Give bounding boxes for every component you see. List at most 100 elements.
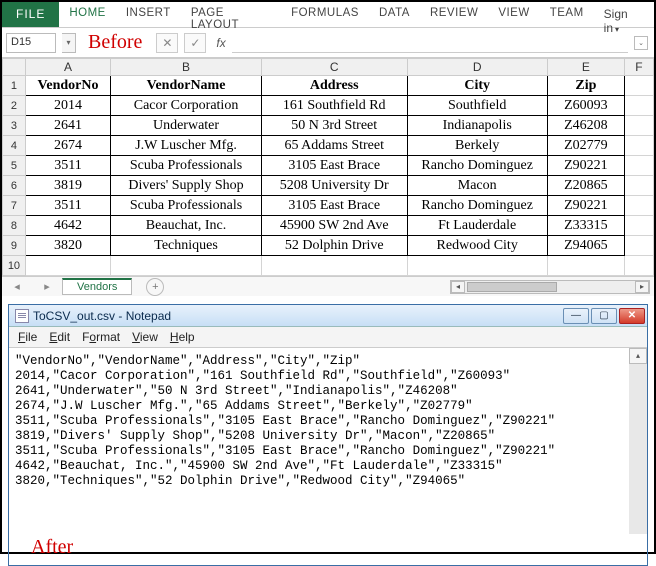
- cell[interactable]: [624, 116, 653, 136]
- cell[interactable]: Cacor Corporation: [111, 96, 262, 116]
- cell[interactable]: [624, 136, 653, 156]
- row-header[interactable]: 10: [3, 256, 26, 276]
- new-sheet-button[interactable]: +: [146, 278, 164, 296]
- cell[interactable]: Rancho Dominguez: [407, 156, 547, 176]
- row-header[interactable]: 9: [3, 236, 26, 256]
- menu-edit[interactable]: Edit: [44, 329, 75, 345]
- cell[interactable]: Rancho Dominguez: [407, 196, 547, 216]
- row-header[interactable]: 6: [3, 176, 26, 196]
- ribbon-tab-home[interactable]: HOME: [59, 2, 116, 27]
- cell[interactable]: Scuba Professionals: [111, 196, 262, 216]
- cell[interactable]: [624, 236, 653, 256]
- formula-input[interactable]: [232, 33, 628, 53]
- ribbon-tab-pagelayout[interactable]: PAGE LAYOUT: [181, 2, 281, 27]
- cell[interactable]: [407, 256, 547, 276]
- cell[interactable]: Berkely: [407, 136, 547, 156]
- close-button[interactable]: ✕: [619, 308, 645, 324]
- cell[interactable]: VendorNo: [25, 76, 110, 96]
- cell[interactable]: Ft Lauderdale: [407, 216, 547, 236]
- cell[interactable]: Redwood City: [407, 236, 547, 256]
- row-header[interactable]: 4: [3, 136, 26, 156]
- cell[interactable]: [624, 256, 653, 276]
- cell[interactable]: Z02779: [547, 136, 624, 156]
- cell[interactable]: [624, 176, 653, 196]
- file-tab[interactable]: FILE: [2, 2, 59, 27]
- notepad-titlebar[interactable]: ToCSV_out.csv - Notepad — ▢ ✕: [9, 305, 647, 327]
- minimize-button[interactable]: —: [563, 308, 589, 324]
- scroll-up-icon[interactable]: ▴: [629, 348, 647, 364]
- cell[interactable]: [624, 196, 653, 216]
- cell[interactable]: [547, 256, 624, 276]
- cell[interactable]: 3511: [25, 196, 110, 216]
- cell[interactable]: 4642: [25, 216, 110, 236]
- col-header-D[interactable]: D: [407, 59, 547, 76]
- cell[interactable]: 2641: [25, 116, 110, 136]
- cell[interactable]: [624, 156, 653, 176]
- row-header[interactable]: 8: [3, 216, 26, 236]
- cell[interactable]: 52 Dolphin Drive: [261, 236, 407, 256]
- cell[interactable]: Z94065: [547, 236, 624, 256]
- cell[interactable]: City: [407, 76, 547, 96]
- select-all-corner[interactable]: [3, 59, 26, 76]
- ribbon-tab-formulas[interactable]: FORMULAS: [281, 2, 369, 27]
- menu-format[interactable]: Format: [77, 329, 125, 345]
- ribbon-tab-team[interactable]: TEAM: [540, 2, 594, 27]
- cell[interactable]: 161 Southfield Rd: [261, 96, 407, 116]
- col-header-E[interactable]: E: [547, 59, 624, 76]
- cell[interactable]: Address: [261, 76, 407, 96]
- vertical-scrollbar[interactable]: ▴: [629, 348, 647, 534]
- cell[interactable]: 50 N 3rd Street: [261, 116, 407, 136]
- cell[interactable]: [624, 96, 653, 116]
- col-header-A[interactable]: A: [25, 59, 110, 76]
- notepad-text-area[interactable]: "VendorNo","VendorName","Address","City"…: [9, 348, 647, 534]
- cell[interactable]: Underwater: [111, 116, 262, 136]
- cell[interactable]: Scuba Professionals: [111, 156, 262, 176]
- menu-file[interactable]: File: [13, 329, 42, 345]
- cell[interactable]: [624, 76, 653, 96]
- cell[interactable]: Southfield: [407, 96, 547, 116]
- cell[interactable]: Macon: [407, 176, 547, 196]
- row-header[interactable]: 2: [3, 96, 26, 116]
- row-header[interactable]: 5: [3, 156, 26, 176]
- signin-menu[interactable]: Sign in: [594, 2, 654, 27]
- cell[interactable]: 65 Addams Street: [261, 136, 407, 156]
- cell[interactable]: 2014: [25, 96, 110, 116]
- cell[interactable]: 3105 East Brace: [261, 196, 407, 216]
- scroll-thumb[interactable]: [467, 282, 557, 292]
- cell[interactable]: 3105 East Brace: [261, 156, 407, 176]
- cell[interactable]: 3511: [25, 156, 110, 176]
- sheet-next-icon[interactable]: ▸: [44, 280, 50, 293]
- sheet-tab-vendors[interactable]: Vendors: [62, 278, 132, 295]
- cell[interactable]: Z33315: [547, 216, 624, 236]
- cell[interactable]: Divers' Supply Shop: [111, 176, 262, 196]
- formula-cancel-button[interactable]: ✕: [156, 33, 178, 53]
- ribbon-tab-data[interactable]: DATA: [369, 2, 420, 27]
- cell[interactable]: 3820: [25, 236, 110, 256]
- menu-help[interactable]: Help: [165, 329, 200, 345]
- maximize-button[interactable]: ▢: [591, 308, 617, 324]
- scroll-left-icon[interactable]: ◂: [451, 281, 465, 293]
- cell[interactable]: Z90221: [547, 156, 624, 176]
- scroll-right-icon[interactable]: ▸: [635, 281, 649, 293]
- col-header-C[interactable]: C: [261, 59, 407, 76]
- cell[interactable]: 2674: [25, 136, 110, 156]
- cell[interactable]: Techniques: [111, 236, 262, 256]
- name-box-dropdown[interactable]: ▾: [62, 33, 76, 53]
- ribbon-tab-insert[interactable]: INSERT: [116, 2, 181, 27]
- name-box[interactable]: D15: [6, 33, 56, 53]
- cell[interactable]: Indianapolis: [407, 116, 547, 136]
- cell[interactable]: [111, 256, 262, 276]
- cell[interactable]: 5208 University Dr: [261, 176, 407, 196]
- fx-label[interactable]: fx: [216, 36, 225, 50]
- row-header[interactable]: 3: [3, 116, 26, 136]
- col-header-F[interactable]: F: [624, 59, 653, 76]
- cell[interactable]: Z20865: [547, 176, 624, 196]
- cell[interactable]: [624, 216, 653, 236]
- ribbon-tab-review[interactable]: REVIEW: [420, 2, 488, 27]
- cell[interactable]: 3819: [25, 176, 110, 196]
- cell[interactable]: VendorName: [111, 76, 262, 96]
- cell[interactable]: [25, 256, 110, 276]
- row-header[interactable]: 1: [3, 76, 26, 96]
- sheet-nav[interactable]: ◂▸: [2, 280, 62, 293]
- menu-view[interactable]: View: [127, 329, 163, 345]
